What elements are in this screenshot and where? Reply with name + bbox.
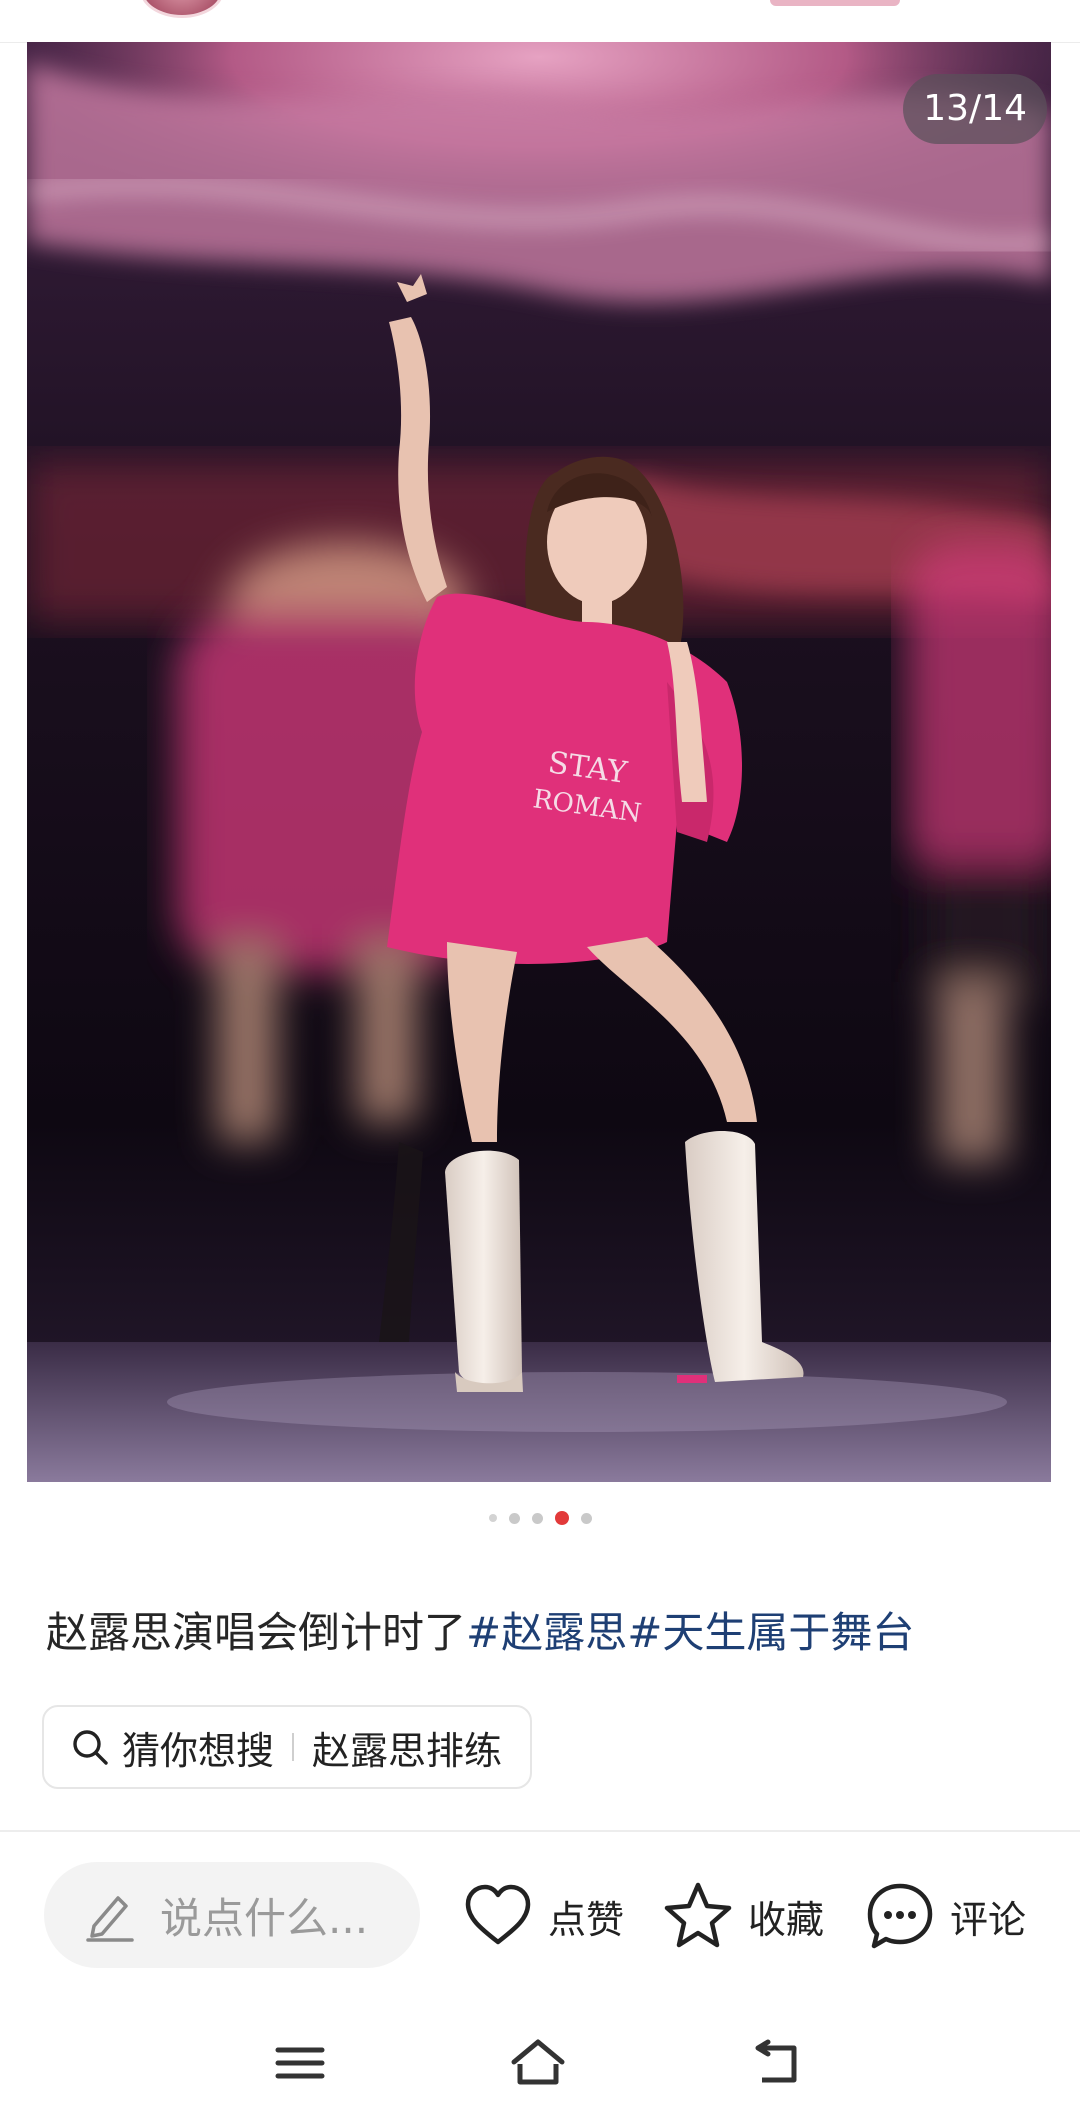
post-caption: 赵露思演唱会倒计时了#赵露思#天生属于舞台: [46, 1605, 1046, 1661]
home-icon: [511, 2039, 565, 2085]
chip-separator: [292, 1733, 295, 1761]
comment-label: 评论: [950, 1897, 1027, 1942]
concert-stage-image: STAY ROMAN: [27, 42, 1051, 1482]
carousel-dot: [508, 1512, 520, 1524]
post-detail-page: STAY ROMAN 13/14 赵露思演唱会倒计时了#赵露思#天生属于舞台 猜…: [0, 0, 1080, 2128]
carousel-dot: [488, 1514, 497, 1522]
carousel-dot: [531, 1512, 543, 1524]
search-icon: [73, 1730, 108, 1765]
nav-menu-button[interactable]: [270, 2038, 330, 2088]
top-bar: [0, 0, 1080, 43]
menu-icon: [275, 2047, 325, 2079]
favorite-button[interactable]: 收藏: [660, 1878, 824, 1954]
hashtag-link[interactable]: #赵露思: [466, 1608, 627, 1657]
search-suggest-query: 赵露思排练: [312, 1728, 503, 1773]
post-photo[interactable]: STAY ROMAN 13/14: [27, 42, 1051, 1482]
follow-button[interactable]: [770, 0, 900, 6]
nav-home-button[interactable]: [508, 2038, 568, 2088]
system-nav-bar: [0, 2010, 1080, 2110]
star-icon: [664, 1882, 732, 1948]
favorite-label: 收藏: [748, 1897, 825, 1942]
caption-text: 赵露思演唱会倒计时了: [46, 1608, 467, 1657]
heart-icon: [465, 1884, 531, 1945]
post-action-bar: 说点什么... 点赞 收藏 评论: [0, 1860, 1080, 1972]
comment-button[interactable]: 评论: [862, 1878, 1026, 1954]
suggested-search-chip[interactable]: 猜你想搜 赵露思排练: [42, 1705, 533, 1789]
search-suggest-lead: 猜你想搜: [122, 1728, 275, 1773]
image-counter: 13/14: [903, 74, 1047, 144]
chat-bubble-icon: [867, 1883, 933, 1949]
like-label: 点赞: [548, 1897, 625, 1942]
author-avatar[interactable]: [140, 0, 224, 18]
like-button[interactable]: 点赞: [460, 1878, 624, 1954]
hashtag-link[interactable]: #天生属于舞台: [627, 1608, 914, 1657]
nav-back-button[interactable]: [748, 2038, 808, 2088]
comment-input[interactable]: 说点什么...: [44, 1862, 420, 1968]
carousel-dot: [580, 1512, 592, 1524]
comment-placeholder: 说点什么...: [160, 1893, 369, 1943]
section-divider: [0, 1830, 1080, 1832]
back-icon: [755, 2039, 797, 2083]
pen-icon: [86, 1896, 134, 1942]
carousel-dot-active: [554, 1511, 569, 1525]
carousel-indicator: [0, 1508, 1080, 1528]
